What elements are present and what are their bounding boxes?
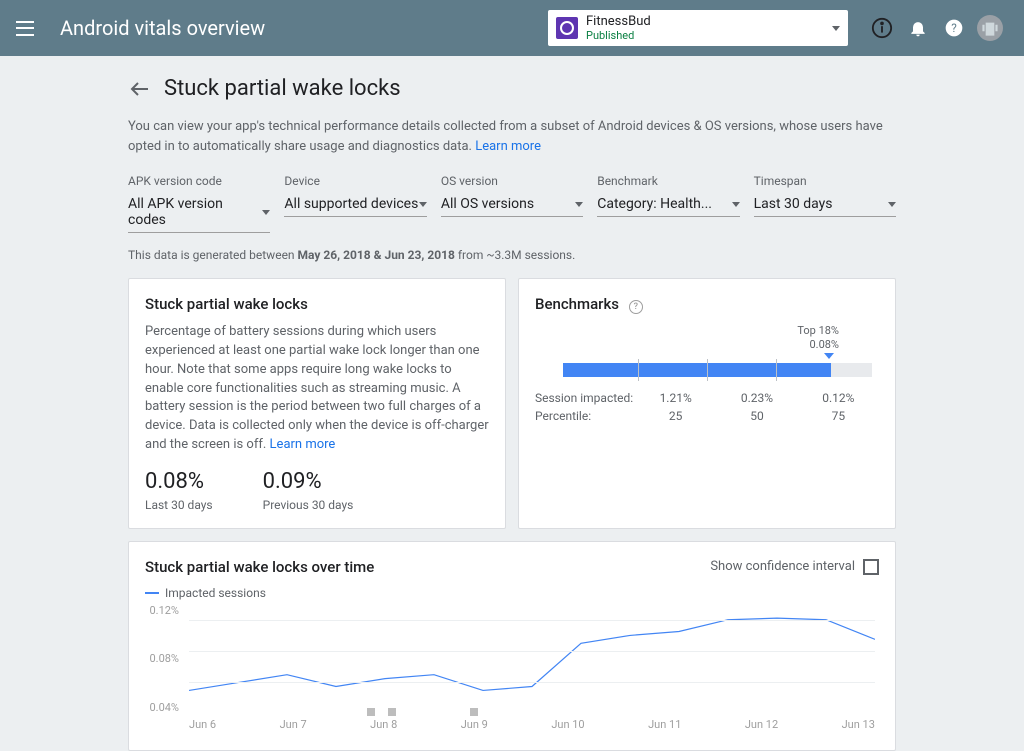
page-title: Stuck partial wake locks — [164, 76, 401, 101]
chevron-down-icon — [732, 202, 740, 207]
app-icon — [556, 17, 578, 39]
filter-os-label: OS version — [441, 174, 583, 188]
benchmark-bar — [535, 359, 879, 381]
notifications-icon[interactable] — [900, 10, 936, 46]
benchmark-top-value: 0.08% — [809, 338, 839, 352]
checkbox-icon — [863, 559, 879, 575]
chevron-down-icon — [262, 210, 270, 215]
menu-icon[interactable] — [16, 16, 40, 40]
annotation-marker — [388, 708, 396, 716]
card-title: Stuck partial wake locks — [145, 295, 489, 313]
app-selector[interactable]: FitnessBud Published — [548, 10, 848, 46]
filter-benchmark[interactable]: Category: Health... — [597, 194, 739, 217]
app-status: Published — [586, 30, 832, 41]
chart: 0.12%0.08%0.04% Jun 6Jun 7Jun 8Jun 9Jun … — [145, 604, 879, 734]
card-title: Stuck partial wake locks over time — [145, 558, 374, 576]
account-avatar[interactable] — [972, 10, 1008, 46]
app-bar-title: Android vitals overview — [60, 16, 265, 40]
metric-previous: 0.09% Previous 30 days — [263, 469, 354, 512]
wake-locks-summary-card: Stuck partial wake locks Percentage of b… — [128, 278, 506, 529]
metric-current: 0.08% Last 30 days — [145, 469, 213, 512]
filter-benchmark-label: Benchmark — [597, 174, 739, 188]
chevron-down-icon — [575, 202, 583, 207]
info-icon[interactable] — [864, 10, 900, 46]
help-icon[interactable]: ? — [936, 10, 972, 46]
confidence-interval-toggle[interactable]: Show confidence interval — [710, 559, 879, 575]
filter-timespan[interactable]: Last 30 days — [754, 194, 896, 217]
time-series-card: Stuck partial wake locks over time Show … — [128, 541, 896, 751]
filter-os[interactable]: All OS versions — [441, 194, 583, 217]
benchmark-table: Session impacted: 1.21% 0.23% 0.12% Perc… — [535, 391, 879, 423]
chevron-down-icon — [419, 202, 427, 207]
benchmarks-card: Benchmarks ? Top 18% 0.08% Session impac… — [518, 278, 896, 529]
learn-more-link[interactable]: Learn more — [475, 139, 541, 154]
card-body: Percentage of battery sessions during wh… — [145, 324, 489, 452]
filter-timespan-label: Timespan — [754, 174, 896, 188]
filter-bar: APK version code All APK version codes D… — [128, 174, 896, 234]
chart-legend: Impacted sessions — [145, 586, 879, 600]
data-range-note: This data is generated between May 26, 2… — [128, 248, 896, 262]
page-description: You can view your app's technical perfor… — [128, 117, 896, 156]
filter-device-label: Device — [284, 174, 426, 188]
benchmark-top-label: Top 18% — [797, 324, 839, 338]
help-icon[interactable]: ? — [629, 300, 643, 314]
svg-text:?: ? — [951, 21, 957, 35]
annotation-marker — [367, 708, 375, 716]
annotation-marker — [470, 708, 478, 716]
card-title: Benchmarks ? — [535, 295, 879, 314]
filter-device[interactable]: All supported devices — [284, 194, 426, 217]
chevron-down-icon — [832, 26, 840, 31]
app-name: FitnessBud — [586, 15, 832, 28]
filter-apk[interactable]: All APK version codes — [128, 194, 270, 233]
pointer-icon — [824, 353, 834, 359]
page-header: Stuck partial wake locks — [128, 76, 896, 101]
chevron-down-icon — [888, 202, 896, 207]
top-app-bar: Android vitals overview FitnessBud Publi… — [0, 0, 1024, 56]
filter-apk-label: APK version code — [128, 174, 270, 188]
back-arrow-icon[interactable] — [128, 77, 152, 101]
learn-more-link[interactable]: Learn more — [270, 437, 336, 452]
